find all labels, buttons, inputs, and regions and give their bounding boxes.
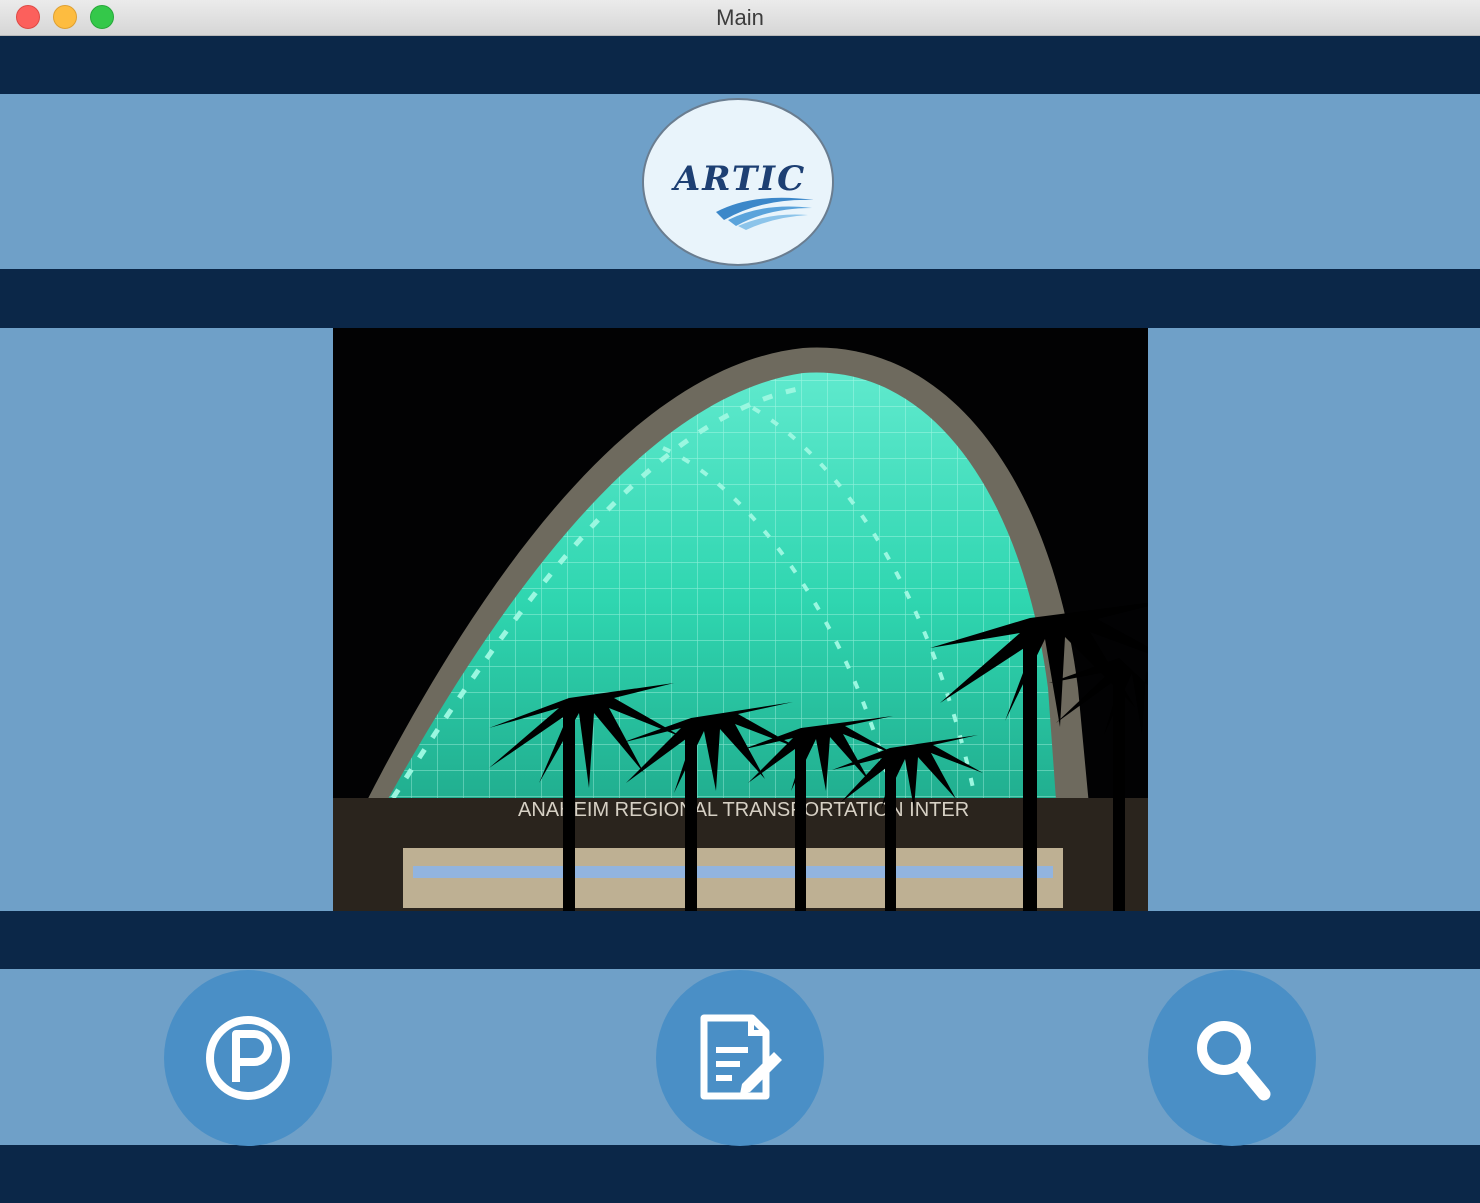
parking-icon <box>206 1016 290 1100</box>
title-bar: Main <box>0 0 1480 36</box>
logo-text: ARTIC <box>671 159 806 199</box>
station-photo: ANAHEIM REGIONAL TRANSPORTATION INTER <box>333 328 1148 911</box>
window-title: Main <box>716 5 764 30</box>
parking-button[interactable] <box>164 970 332 1146</box>
station-sign: ANAHEIM REGIONAL TRANSPORTATION INTER <box>518 799 969 821</box>
main-window: Main ARTIC ANAHEIM REGIONAL TRANSPORTATI… <box>0 0 1480 1203</box>
artic-logo: ARTIC <box>642 98 834 266</box>
document-edit-button[interactable] <box>656 970 824 1146</box>
document-edit-icon <box>700 1014 782 1100</box>
upper-divider-band <box>0 269 1480 328</box>
bottom-band <box>0 1145 1480 1203</box>
search-icon <box>1197 1021 1271 1101</box>
top-band <box>0 36 1480 94</box>
search-button[interactable] <box>1148 970 1316 1146</box>
lower-divider-band <box>0 911 1480 969</box>
